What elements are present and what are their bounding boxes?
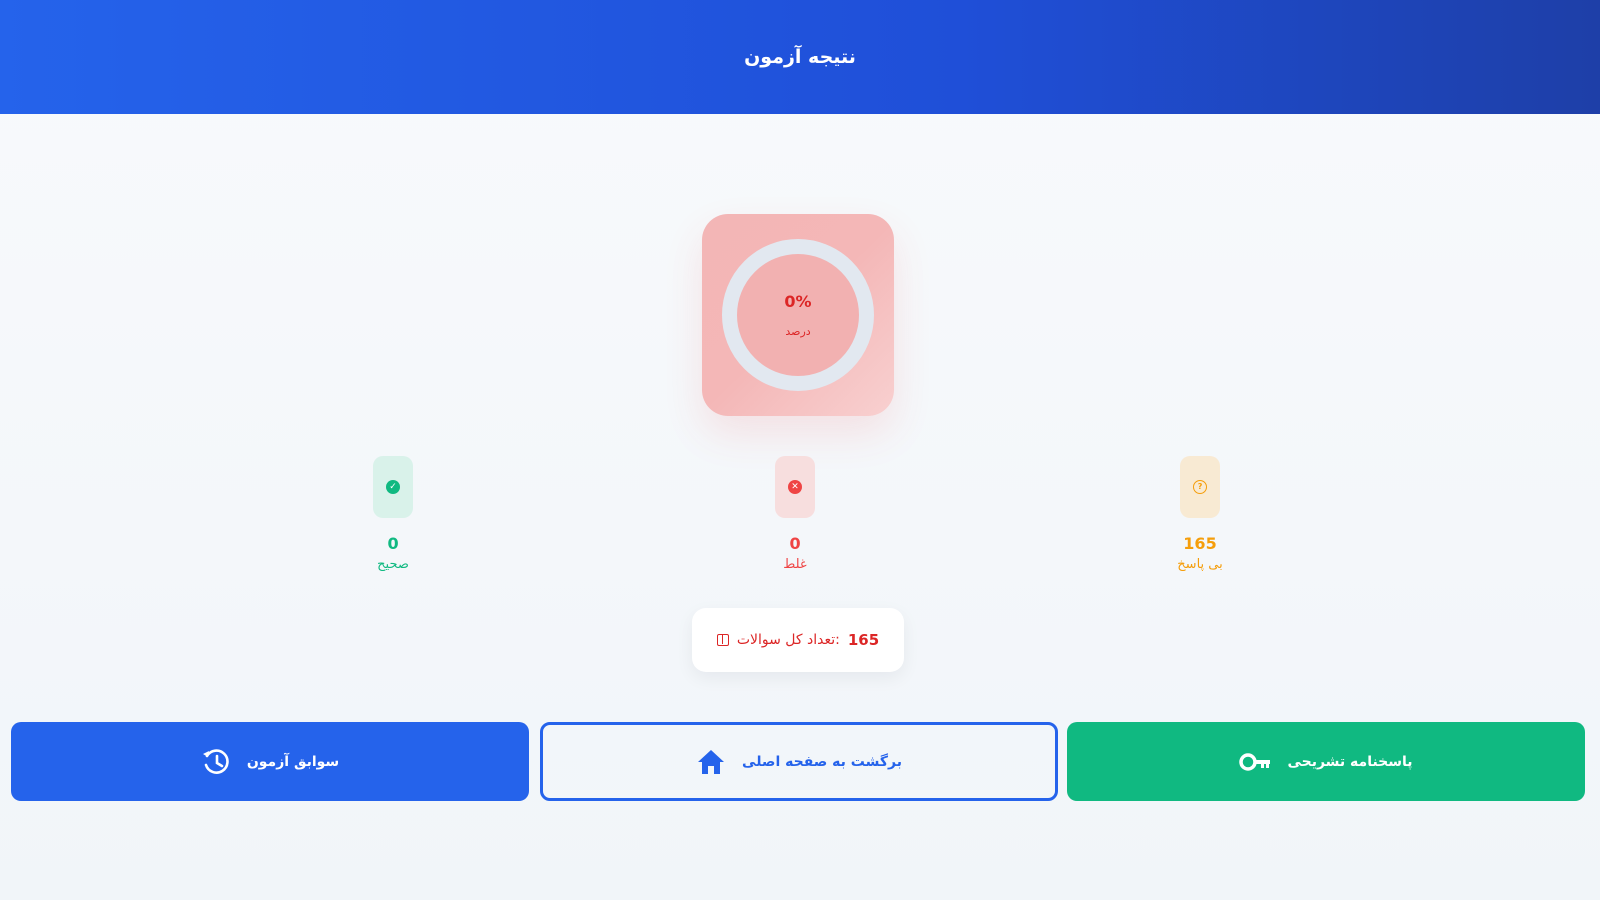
unanswered-icon-box: ?	[1180, 456, 1220, 518]
question-circle-icon: ?	[1193, 480, 1207, 494]
x-circle-icon: ✕	[788, 480, 802, 494]
answer-sheet-button[interactable]: پاسخنامه تشریحی	[1067, 722, 1585, 801]
unanswered-label: بی پاسخ	[1177, 557, 1223, 572]
unanswered-count: 165	[1183, 534, 1217, 553]
score-percentage: 0%	[784, 292, 812, 311]
answer-sheet-label: پاسخنامه تشریحی	[1287, 753, 1413, 770]
correct-label: صحیح	[377, 557, 409, 572]
header: نتیجه آزمون	[0, 0, 1600, 114]
key-icon	[1239, 752, 1271, 772]
wrong-label: غلط	[783, 557, 807, 572]
total-questions: 165 :تعداد کل سوالات	[692, 608, 904, 672]
score-ring: 0% درصد	[722, 239, 874, 391]
wrong-count: 0	[789, 534, 801, 553]
exam-history-label: سوابق آزمون	[246, 753, 340, 770]
score-label: درصد	[785, 325, 811, 338]
wrong-icon-box: ✕	[775, 456, 815, 518]
stat-wrong: ✕ 0 غلط	[735, 456, 855, 572]
page-title: نتیجه آزمون	[744, 46, 856, 68]
home-icon	[696, 748, 726, 776]
total-questions-label: :تعداد کل سوالات	[736, 632, 840, 648]
check-circle-icon: ✓	[386, 480, 400, 494]
total-questions-count: 165	[847, 631, 880, 649]
correct-icon-box: ✓	[373, 456, 413, 518]
stat-correct: ✓ 0 صحیح	[333, 456, 453, 572]
score-card: 0% درصد	[702, 214, 894, 416]
back-home-label: برگشت به صفحه اصلی	[742, 753, 902, 770]
back-home-button[interactable]: برگشت به صفحه اصلی	[540, 722, 1058, 801]
exam-history-button[interactable]: سوابق آزمون	[11, 722, 529, 801]
history-icon	[201, 747, 231, 777]
stat-unanswered: ? 165 بی پاسخ	[1140, 456, 1260, 572]
list-icon	[716, 634, 729, 646]
correct-count: 0	[387, 534, 399, 553]
